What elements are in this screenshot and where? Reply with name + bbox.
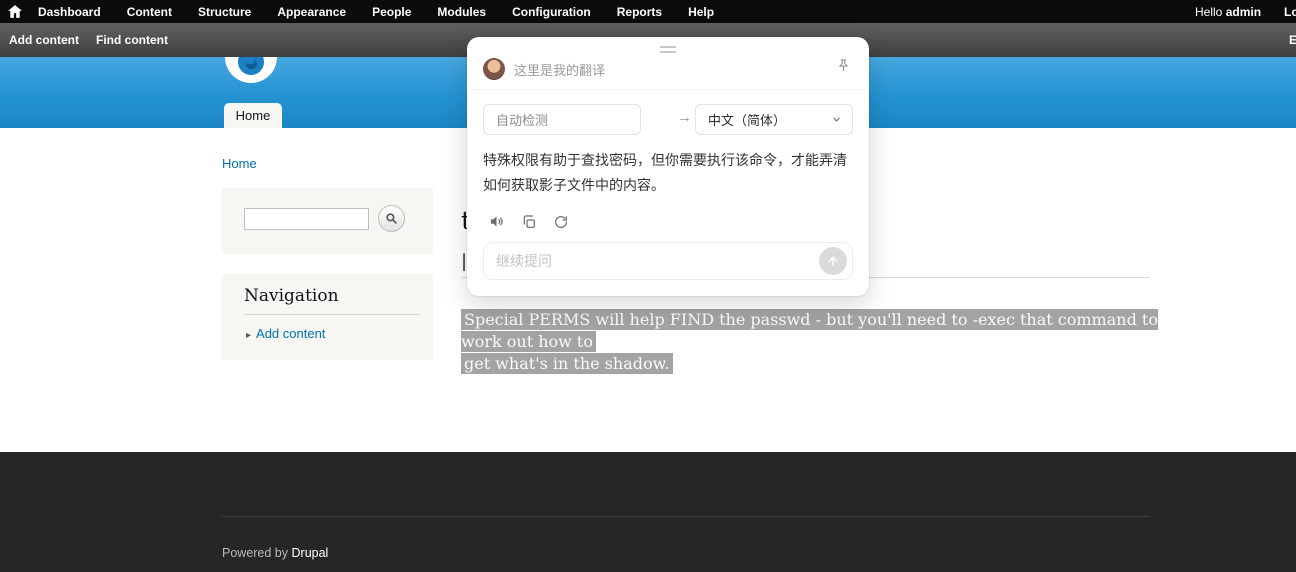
search-input[interactable] bbox=[244, 208, 369, 230]
send-button[interactable] bbox=[819, 247, 847, 275]
tab-home[interactable]: Home bbox=[224, 103, 282, 128]
footer-divider bbox=[222, 516, 1150, 517]
footer: Powered by Drupal bbox=[0, 452, 1296, 572]
nav-item-add-content[interactable]: ▸ Add content bbox=[246, 326, 325, 341]
popup-header: 这里是我的翻译 bbox=[483, 53, 853, 85]
target-language-select[interactable]: 中文（简体） bbox=[695, 104, 853, 135]
menu-modules[interactable]: Modules bbox=[437, 5, 486, 19]
language-row: 自动检测 → 中文（简体） bbox=[483, 104, 853, 135]
assistant-avatar bbox=[483, 58, 505, 80]
triangle-bullet-icon: ▸ bbox=[246, 330, 252, 341]
arrow-right-icon: → bbox=[677, 109, 692, 126]
menu-appearance[interactable]: Appearance bbox=[277, 5, 346, 19]
selected-text-line1: Special PERMS will help FIND the passwd … bbox=[461, 309, 1158, 352]
follow-up-input[interactable] bbox=[484, 253, 819, 269]
user-greeting: Hello admin bbox=[1195, 4, 1262, 19]
copy-icon[interactable] bbox=[521, 213, 537, 230]
selected-text-line2: get what's in the shadow. bbox=[461, 353, 673, 374]
shortcut-find-content[interactable]: Find content bbox=[96, 33, 168, 47]
menu-reports[interactable]: Reports bbox=[617, 5, 662, 19]
admin-menu: Dashboard Content Structure Appearance P… bbox=[38, 5, 714, 19]
home-icon[interactable] bbox=[8, 5, 22, 18]
arrow-up-icon bbox=[826, 254, 840, 268]
page: Dashboard Content Structure Appearance P… bbox=[0, 0, 1296, 572]
menu-help[interactable]: Help bbox=[688, 5, 714, 19]
search-icon bbox=[385, 212, 398, 225]
menu-dashboard[interactable]: Dashboard bbox=[38, 5, 101, 19]
navigation-title: Navigation bbox=[244, 286, 339, 306]
translation-text: 特殊权限有助于查找密码，但你需要执行该命令，才能弄清如何获取影子文件中的内容。 bbox=[483, 152, 847, 193]
menu-people[interactable]: People bbox=[372, 5, 411, 19]
body-text-fragment: | bbox=[461, 251, 466, 272]
navigation-divider bbox=[244, 314, 420, 315]
drupal-link[interactable]: Drupal bbox=[292, 546, 329, 560]
menu-configuration[interactable]: Configuration bbox=[512, 5, 591, 19]
regenerate-icon[interactable] bbox=[553, 213, 569, 230]
source-language-select[interactable]: 自动检测 bbox=[483, 104, 641, 135]
popup-title: 这里是我的翻译 bbox=[514, 62, 606, 78]
follow-up-box bbox=[483, 242, 853, 280]
search-button[interactable] bbox=[378, 205, 405, 232]
username: admin bbox=[1225, 4, 1262, 19]
powered-by: Powered by Drupal bbox=[222, 546, 329, 560]
navigation-block: Navigation ▸ Add content bbox=[222, 274, 433, 360]
search-block bbox=[222, 188, 433, 254]
selected-hint-text: Special PERMS will help FIND the passwd … bbox=[461, 309, 1161, 375]
admin-toolbar: Dashboard Content Structure Appearance P… bbox=[0, 0, 1296, 23]
translator-popup: 这里是我的翻译 自动检测 → 中文（简体） 特殊权限有助于查找密码，但你需要执行… bbox=[467, 37, 869, 296]
menu-content[interactable]: Content bbox=[127, 5, 172, 19]
translation-tools bbox=[488, 213, 569, 230]
menu-structure[interactable]: Structure bbox=[198, 5, 251, 19]
shortcut-add-content[interactable]: Add content bbox=[9, 33, 79, 47]
chevron-down-icon bbox=[831, 114, 842, 125]
pin-icon[interactable] bbox=[836, 58, 851, 73]
popup-header-divider bbox=[467, 89, 869, 90]
speaker-icon[interactable] bbox=[488, 213, 505, 230]
breadcrumb-home-link[interactable]: Home bbox=[222, 156, 257, 171]
logout-link[interactable]: Log out bbox=[1284, 5, 1296, 19]
edit-shortcuts-link[interactable]: Edit shortcuts bbox=[1289, 33, 1296, 47]
